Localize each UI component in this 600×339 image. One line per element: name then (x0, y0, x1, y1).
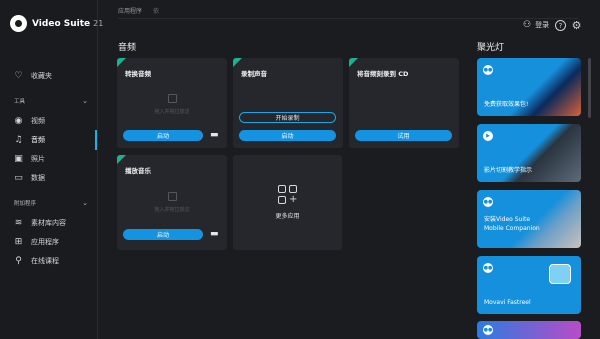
user-icon: ⚇ (523, 20, 532, 30)
sidebar: Video Suite 21 ♡ 收藏夹 工具 ⌄ ◉ 视频 ♫ 音频 ▣ 照片 … (0, 0, 103, 339)
sidebar-item-favorites[interactable]: ♡ 收藏夹 (14, 71, 52, 81)
spotlight-text: 影片切割教学指示 (484, 167, 533, 174)
music-note-icon: ♫ (14, 135, 23, 145)
pin-icon: ⚲ (15, 256, 22, 266)
sidebar-item-video[interactable]: ◉ 视频 (14, 116, 45, 126)
breadcrumb[interactable]: 应用程序 (118, 6, 142, 15)
sidebar-item-audio[interactable]: ♫ 音频 (14, 135, 45, 145)
top-bar: 应用程序 依 (98, 0, 600, 20)
spotlight-text: 免费获取效果包! (484, 101, 529, 108)
app-window: Video Suite 21 ♡ 收藏夹 工具 ⌄ ◉ 视频 ♫ 音频 ▣ 照片 … (0, 0, 600, 339)
sidebar-item-label: 应用程序 (31, 238, 59, 246)
page-title: 音频 (118, 43, 137, 53)
sidebar-item-label: 收藏夹 (31, 72, 52, 80)
card-play-music[interactable]: 播放音乐 拖入并拖拉放这 启动 ▬ (117, 155, 227, 250)
camera-icon: ▣ (14, 154, 23, 164)
card-title: 将音频刻录到 CD (357, 70, 409, 78)
sidebar-item-apps[interactable]: ⊞ 应用程序 (14, 237, 59, 247)
chat-icon: ●● (483, 263, 493, 273)
layers-icon: ≋ (14, 218, 23, 228)
folder-icon: ▭ (14, 173, 23, 183)
play-icon: ▶ (483, 131, 493, 141)
file-icon (167, 94, 177, 103)
more-apps-card[interactable]: + 更多应用 (233, 155, 342, 250)
chevron-down-icon: ⌄ (82, 97, 88, 105)
spotlight-card-effects[interactable]: ●● 免费获取效果包! (477, 58, 581, 116)
new-badge (233, 58, 242, 67)
sidebar-item-courses[interactable]: ⚲ 在线课程 (14, 256, 59, 266)
spotlight-card-fastreel[interactable]: ●● Movavi Fastreel (477, 256, 581, 314)
new-badge (117, 155, 126, 164)
spotlight-card-tutorial[interactable]: ▶ 影片切割教学指示 (477, 124, 581, 182)
fastreel-logo-icon (549, 264, 571, 284)
drop-zone[interactable]: 拖入并拖拉放这 (117, 94, 227, 115)
sidebar-item-label: 视频 (31, 117, 45, 125)
sidebar-item-label: 照片 (31, 155, 45, 163)
chat-icon: ●● (483, 197, 493, 207)
launch-button[interactable]: 启动 (239, 130, 336, 141)
sidebar-item-data[interactable]: ▭ 数据 (14, 173, 45, 183)
apps-grid-icon: + (278, 185, 298, 205)
sidebar-item-label: 音频 (31, 136, 45, 144)
active-indicator (95, 130, 97, 150)
new-badge (349, 58, 358, 67)
gear-icon[interactable]: ⚙ (571, 19, 582, 32)
section-tools-label: 工具 (14, 99, 26, 105)
app-logo: Video Suite 21 (10, 15, 103, 32)
chevron-down-icon: ⌄ (82, 199, 88, 207)
heart-icon: ♡ (14, 71, 23, 81)
spotlight-card-mobile[interactable]: ●● 安装Video Suite Mobile Companion (477, 190, 581, 248)
folder-icon[interactable]: ▬ (210, 131, 220, 140)
login-label: 登录 (535, 21, 550, 29)
drop-text: 拖入并拖拉放这 (154, 207, 190, 213)
card-title: 播放音乐 (125, 167, 151, 175)
card-title: 转换音频 (125, 70, 151, 78)
divider (118, 18, 578, 19)
section-addons-label: 附加程序 (14, 201, 37, 207)
file-icon (167, 192, 177, 201)
card-burn-cd[interactable]: 将音频刻录到 CD 试用 (349, 58, 459, 148)
card-title: 录制声音 (241, 70, 267, 78)
sidebar-item-label: 数据 (31, 174, 45, 182)
logo-icon (10, 15, 27, 32)
card-convert-audio[interactable]: 转换音频 拖入并拖拉放这 启动 ▬ (117, 58, 227, 148)
section-addons[interactable]: 附加程序 ⌄ (14, 199, 88, 207)
new-badge (117, 58, 126, 67)
spotlight-text: 安装Video Suite Mobile Companion (484, 216, 540, 232)
launch-button[interactable]: 启动 (123, 229, 203, 240)
apps-icon: ⊞ (14, 237, 23, 247)
drop-zone[interactable]: 拖入并拖拉放这 (117, 192, 227, 213)
launch-button[interactable]: 启动 (123, 130, 203, 141)
spotlight-title: 聚光灯 (477, 43, 505, 53)
video-icon: ◉ (14, 116, 23, 126)
sidebar-item-label: 在线课程 (31, 257, 59, 265)
login-button[interactable]: ⚇ 登录 (523, 20, 549, 30)
help-icon[interactable]: ? (555, 20, 566, 31)
folder-icon[interactable]: ▬ (210, 230, 220, 239)
section-tools[interactable]: 工具 ⌄ (14, 97, 88, 105)
card-record-audio[interactable]: 录制声音 开始录制 启动 (233, 58, 343, 148)
sidebar-item-label: 素材库内容 (31, 219, 66, 227)
sidebar-item-library[interactable]: ≋ 素材库内容 (14, 218, 66, 228)
spotlight-text: Movavi Fastreel (484, 299, 531, 306)
breadcrumb-secondary[interactable]: 依 (153, 6, 159, 15)
more-apps-label: 更多应用 (275, 213, 300, 220)
sidebar-item-photo[interactable]: ▣ 照片 (14, 154, 45, 164)
start-recording-button[interactable]: 开始录制 (239, 112, 336, 123)
drop-text: 拖入并拖拉放这 (154, 109, 190, 115)
spotlight-scrollbar[interactable] (588, 58, 591, 118)
app-title: Video Suite 21 (32, 18, 104, 29)
try-button[interactable]: 试用 (355, 130, 452, 141)
spotlight-card-more[interactable]: ●● (477, 321, 581, 339)
chat-icon: ●● (483, 65, 493, 75)
chat-icon: ●● (483, 325, 493, 335)
